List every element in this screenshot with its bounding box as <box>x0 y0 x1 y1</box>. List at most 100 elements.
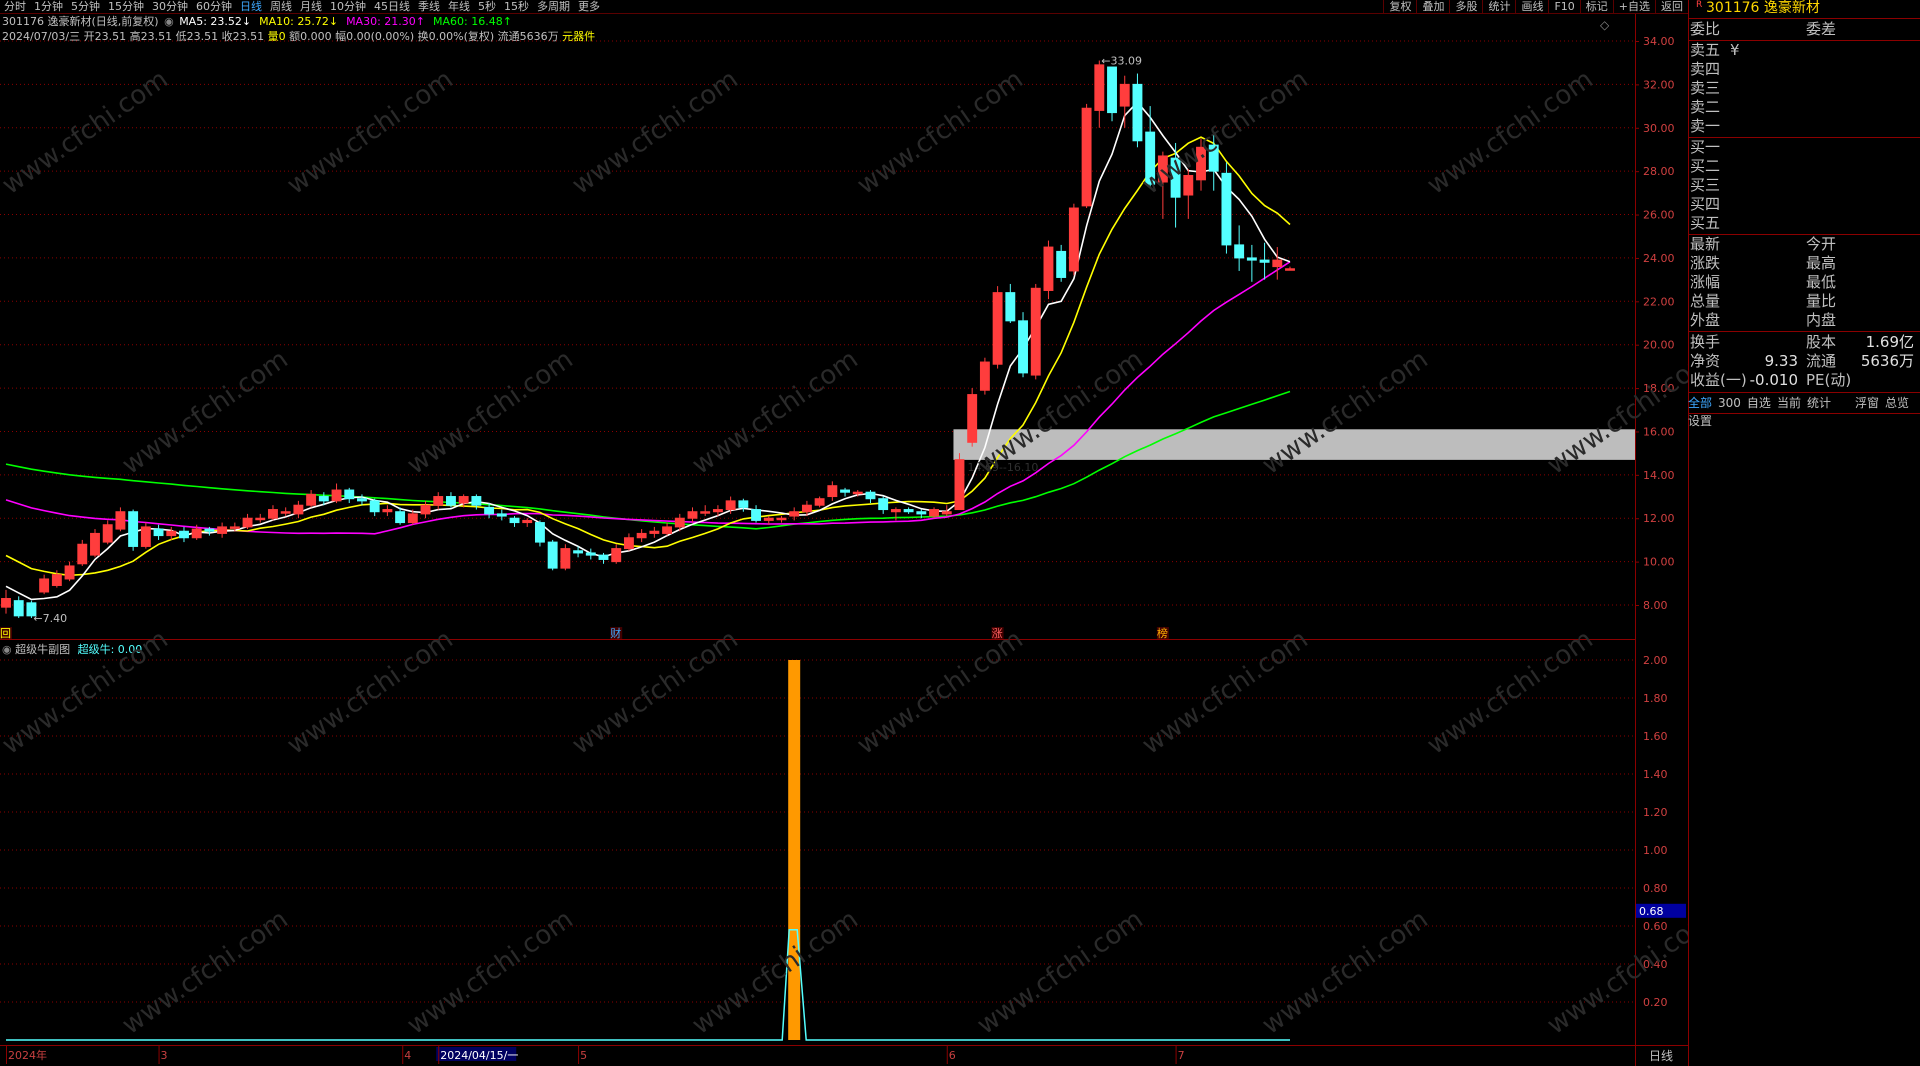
candle-body[interactable] <box>1056 250 1067 278</box>
candle-body[interactable] <box>509 517 520 524</box>
candle-body[interactable] <box>852 491 863 495</box>
candle-body[interactable] <box>1068 207 1079 272</box>
candle-body[interactable] <box>217 526 228 534</box>
panel-tab-7[interactable]: 设置 <box>1688 414 1712 428</box>
candle-body[interactable] <box>115 511 126 530</box>
candle-body[interactable] <box>90 532 100 556</box>
candle-body[interactable] <box>395 511 406 524</box>
candle-body[interactable] <box>39 578 50 593</box>
candle-body[interactable] <box>929 509 939 517</box>
candle-body[interactable] <box>166 530 177 537</box>
candle-body[interactable] <box>318 496 329 502</box>
candle-body[interactable] <box>687 511 698 519</box>
candle-body[interactable] <box>763 517 774 521</box>
candle-body[interactable] <box>1234 244 1245 259</box>
candle-body[interactable] <box>623 537 634 550</box>
candle-body[interactable] <box>382 509 393 513</box>
candle-body[interactable] <box>814 498 825 506</box>
candle-body[interactable] <box>179 530 189 539</box>
event-marker-1[interactable]: 财 <box>610 626 621 640</box>
candle-body[interactable] <box>1107 66 1117 114</box>
panel-tab-3[interactable]: 当前 <box>1777 396 1801 410</box>
candle-body[interactable] <box>357 498 367 502</box>
candle-body[interactable] <box>102 524 113 543</box>
candle-body[interactable] <box>916 511 927 515</box>
panel-tab-4[interactable]: 统计 <box>1807 396 1831 410</box>
candle-body[interactable] <box>1094 64 1105 111</box>
candle-body[interactable] <box>268 509 278 519</box>
candle-body[interactable] <box>204 528 215 532</box>
candle-body[interactable] <box>369 500 380 513</box>
candle-body[interactable] <box>522 519 533 524</box>
candle-body[interactable] <box>1 597 11 608</box>
candle-body[interactable] <box>1285 268 1295 271</box>
candle-body[interactable] <box>700 511 711 514</box>
candle-body[interactable] <box>534 522 545 543</box>
candle-body[interactable] <box>585 552 596 556</box>
candle-body[interactable] <box>560 548 571 569</box>
candle-body[interactable] <box>471 496 482 506</box>
candle-body[interactable] <box>674 517 685 528</box>
candle-body[interactable] <box>1132 83 1143 142</box>
candle-body[interactable] <box>242 517 253 528</box>
candle-body[interactable] <box>77 543 88 565</box>
candle-body[interactable] <box>712 509 723 513</box>
candle-body[interactable] <box>611 548 622 563</box>
candle-body[interactable] <box>878 498 889 511</box>
candle-body[interactable] <box>789 511 800 517</box>
candle-body[interactable] <box>903 509 914 513</box>
candle-body[interactable] <box>140 526 151 547</box>
candle-body[interactable] <box>446 496 456 506</box>
candle-body[interactable] <box>1246 257 1257 261</box>
panel-tab-2[interactable]: 自选 <box>1747 396 1771 410</box>
candle-body[interactable] <box>1259 259 1270 263</box>
candle-body[interactable] <box>496 513 507 517</box>
candle-body[interactable] <box>865 491 876 500</box>
panel-tab-1[interactable]: 300 <box>1718 396 1741 410</box>
candle-body[interactable] <box>13 600 24 617</box>
candle-body[interactable] <box>458 496 469 504</box>
candle-body[interactable] <box>1005 292 1016 322</box>
candle-body[interactable] <box>484 506 495 515</box>
candle-body[interactable] <box>636 532 647 539</box>
candle-body[interactable] <box>1119 83 1130 107</box>
candle-body[interactable] <box>801 504 812 513</box>
candle-body[interactable] <box>191 528 202 539</box>
candle-body[interactable] <box>306 493 317 506</box>
panel-tab-0[interactable]: 全部 <box>1688 396 1712 410</box>
candle-body[interactable] <box>827 485 838 498</box>
candle-body[interactable] <box>890 509 901 513</box>
candle-body[interactable] <box>941 511 952 515</box>
candle-body[interactable] <box>598 554 609 560</box>
candle-body[interactable] <box>1043 246 1054 291</box>
candle-body[interactable] <box>229 526 240 529</box>
candle-body[interactable] <box>1030 287 1041 376</box>
candle-body[interactable] <box>967 394 978 443</box>
candle-body[interactable] <box>1221 172 1232 246</box>
candle-body[interactable] <box>1272 259 1283 268</box>
event-marker-3[interactable]: 榜 <box>1157 626 1168 640</box>
candle-body[interactable] <box>992 292 1003 365</box>
event-marker-0[interactable]: 回 <box>0 627 11 640</box>
kline-chart[interactable]: 34.0032.0030.0028.0026.0024.0022.0020.00… <box>0 0 1688 1066</box>
candle-body[interactable] <box>738 500 749 508</box>
candle-body[interactable] <box>751 509 762 521</box>
candle-body[interactable] <box>776 517 787 521</box>
candle-body[interactable] <box>51 574 62 586</box>
candle-body[interactable] <box>1081 107 1092 207</box>
candle-body[interactable] <box>64 565 75 580</box>
candle-body[interactable] <box>153 528 164 537</box>
panel-tab-6[interactable]: 总览 <box>1885 396 1909 410</box>
candle-body[interactable] <box>649 530 660 534</box>
candle-body[interactable] <box>979 361 990 391</box>
candle-body[interactable] <box>954 459 965 511</box>
candle-body[interactable] <box>1018 320 1028 374</box>
candle-body[interactable] <box>255 517 266 521</box>
candle-body[interactable] <box>344 489 355 500</box>
candle-body[interactable] <box>547 541 558 569</box>
candle-body[interactable] <box>433 496 444 506</box>
panel-tab-5[interactable]: 浮窗 <box>1855 396 1879 410</box>
candle-body[interactable] <box>573 550 584 554</box>
candle-body[interactable] <box>725 500 736 511</box>
candle-body[interactable] <box>280 511 291 514</box>
